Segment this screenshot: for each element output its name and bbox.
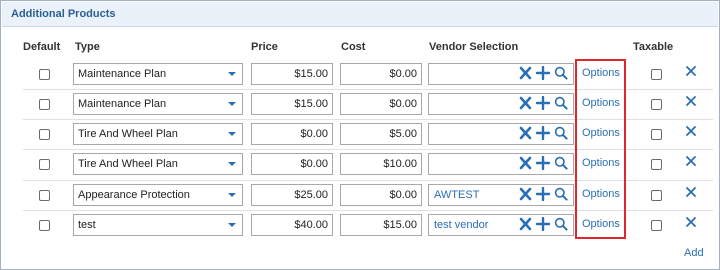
add-vendor-plus-icon[interactable] xyxy=(536,217,550,231)
cost-input[interactable]: $10.00 xyxy=(340,153,422,175)
price-input[interactable]: $15.00 xyxy=(251,93,333,115)
delete-row-icon[interactable] xyxy=(685,155,697,167)
price-input[interactable]: $0.00 xyxy=(251,123,333,145)
price-input[interactable]: $25.00 xyxy=(251,184,333,206)
caret-down-icon xyxy=(228,72,236,76)
cost-input[interactable]: $15.00 xyxy=(340,214,422,236)
delete-row-icon[interactable] xyxy=(685,65,697,77)
vendor-selection-field[interactable]: AWTEST xyxy=(428,184,574,206)
cost-input[interactable]: $0.00 xyxy=(340,184,422,206)
price-input[interactable]: $40.00 xyxy=(251,214,333,236)
type-select[interactable]: Appearance Protection xyxy=(73,184,243,206)
default-checkbox[interactable] xyxy=(39,190,50,201)
clear-vendor-icon[interactable] xyxy=(519,96,532,110)
vendor-selection-value: test vendor xyxy=(434,219,489,231)
clear-vendor-icon[interactable] xyxy=(519,187,532,201)
delete-row-icon[interactable] xyxy=(685,125,697,137)
search-vendor-icon[interactable] xyxy=(554,126,568,140)
column-header-price: Price xyxy=(251,41,278,53)
type-select-value: Tire And Wheel Plan xyxy=(78,158,178,170)
clear-vendor-icon[interactable] xyxy=(519,66,532,80)
add-product-link[interactable]: Add xyxy=(684,247,704,259)
type-select-value: Maintenance Plan xyxy=(78,98,167,110)
search-vendor-icon[interactable] xyxy=(554,156,568,170)
price-input[interactable]: $15.00 xyxy=(251,63,333,85)
cost-input[interactable]: $0.00 xyxy=(340,93,422,115)
vendor-selection-field[interactable] xyxy=(428,153,574,175)
column-header-cost: Cost xyxy=(341,41,366,53)
caret-down-icon xyxy=(228,223,236,227)
options-highlight-box xyxy=(575,59,626,239)
vendor-selection-value: AWTEST xyxy=(434,189,480,201)
default-checkbox[interactable] xyxy=(39,159,50,170)
type-select-value: Tire And Wheel Plan xyxy=(78,128,178,140)
column-header-taxable: Taxable xyxy=(633,41,674,53)
type-select-value: test xyxy=(78,219,96,231)
taxable-checkbox[interactable] xyxy=(651,129,662,140)
delete-row-icon[interactable] xyxy=(685,216,697,228)
cost-input[interactable]: $5.00 xyxy=(340,123,422,145)
default-checkbox[interactable] xyxy=(39,99,50,110)
type-select-value: Maintenance Plan xyxy=(78,68,167,80)
add-vendor-plus-icon[interactable] xyxy=(536,96,550,110)
taxable-checkbox[interactable] xyxy=(651,190,662,201)
table-header: Default Type Price Cost Vendor Selection… xyxy=(1,41,720,57)
search-vendor-icon[interactable] xyxy=(554,217,568,231)
type-select[interactable]: Maintenance Plan xyxy=(73,63,243,85)
add-vendor-plus-icon[interactable] xyxy=(536,187,550,201)
clear-vendor-icon[interactable] xyxy=(519,217,532,231)
add-vendor-plus-icon[interactable] xyxy=(536,156,550,170)
clear-vendor-icon[interactable] xyxy=(519,126,532,140)
column-header-type: Type xyxy=(75,41,100,53)
search-vendor-icon[interactable] xyxy=(554,66,568,80)
clear-vendor-icon[interactable] xyxy=(519,156,532,170)
type-select-value: Appearance Protection xyxy=(78,189,190,201)
vendor-selection-field[interactable] xyxy=(428,93,574,115)
vendor-selection-field[interactable]: test vendor xyxy=(428,214,574,236)
delete-row-icon[interactable] xyxy=(685,186,697,198)
column-header-vendor-selection: Vendor Selection xyxy=(429,41,519,53)
price-input[interactable]: $0.00 xyxy=(251,153,333,175)
cost-input[interactable]: $0.00 xyxy=(340,63,422,85)
add-vendor-plus-icon[interactable] xyxy=(536,66,550,80)
taxable-checkbox[interactable] xyxy=(651,99,662,110)
type-select[interactable]: Maintenance Plan xyxy=(73,93,243,115)
column-header-default: Default xyxy=(23,41,61,53)
taxable-checkbox[interactable] xyxy=(651,159,662,170)
panel-title: Additional Products xyxy=(2,2,718,27)
taxable-checkbox[interactable] xyxy=(651,220,662,231)
search-vendor-icon[interactable] xyxy=(554,96,568,110)
default-checkbox[interactable] xyxy=(39,129,50,140)
default-checkbox[interactable] xyxy=(39,220,50,231)
vendor-selection-field[interactable] xyxy=(428,123,574,145)
type-select[interactable]: Tire And Wheel Plan xyxy=(73,153,243,175)
type-select[interactable]: Tire And Wheel Plan xyxy=(73,123,243,145)
search-vendor-icon[interactable] xyxy=(554,187,568,201)
vendor-selection-field[interactable] xyxy=(428,63,574,85)
caret-down-icon xyxy=(228,162,236,166)
caret-down-icon xyxy=(228,193,236,197)
add-vendor-plus-icon[interactable] xyxy=(536,126,550,140)
delete-row-icon[interactable] xyxy=(685,95,697,107)
caret-down-icon xyxy=(228,132,236,136)
default-checkbox[interactable] xyxy=(39,69,50,80)
additional-products-panel: Additional Products Default Type Price C… xyxy=(0,0,720,270)
type-select[interactable]: test xyxy=(73,214,243,236)
caret-down-icon xyxy=(228,102,236,106)
taxable-checkbox[interactable] xyxy=(651,69,662,80)
